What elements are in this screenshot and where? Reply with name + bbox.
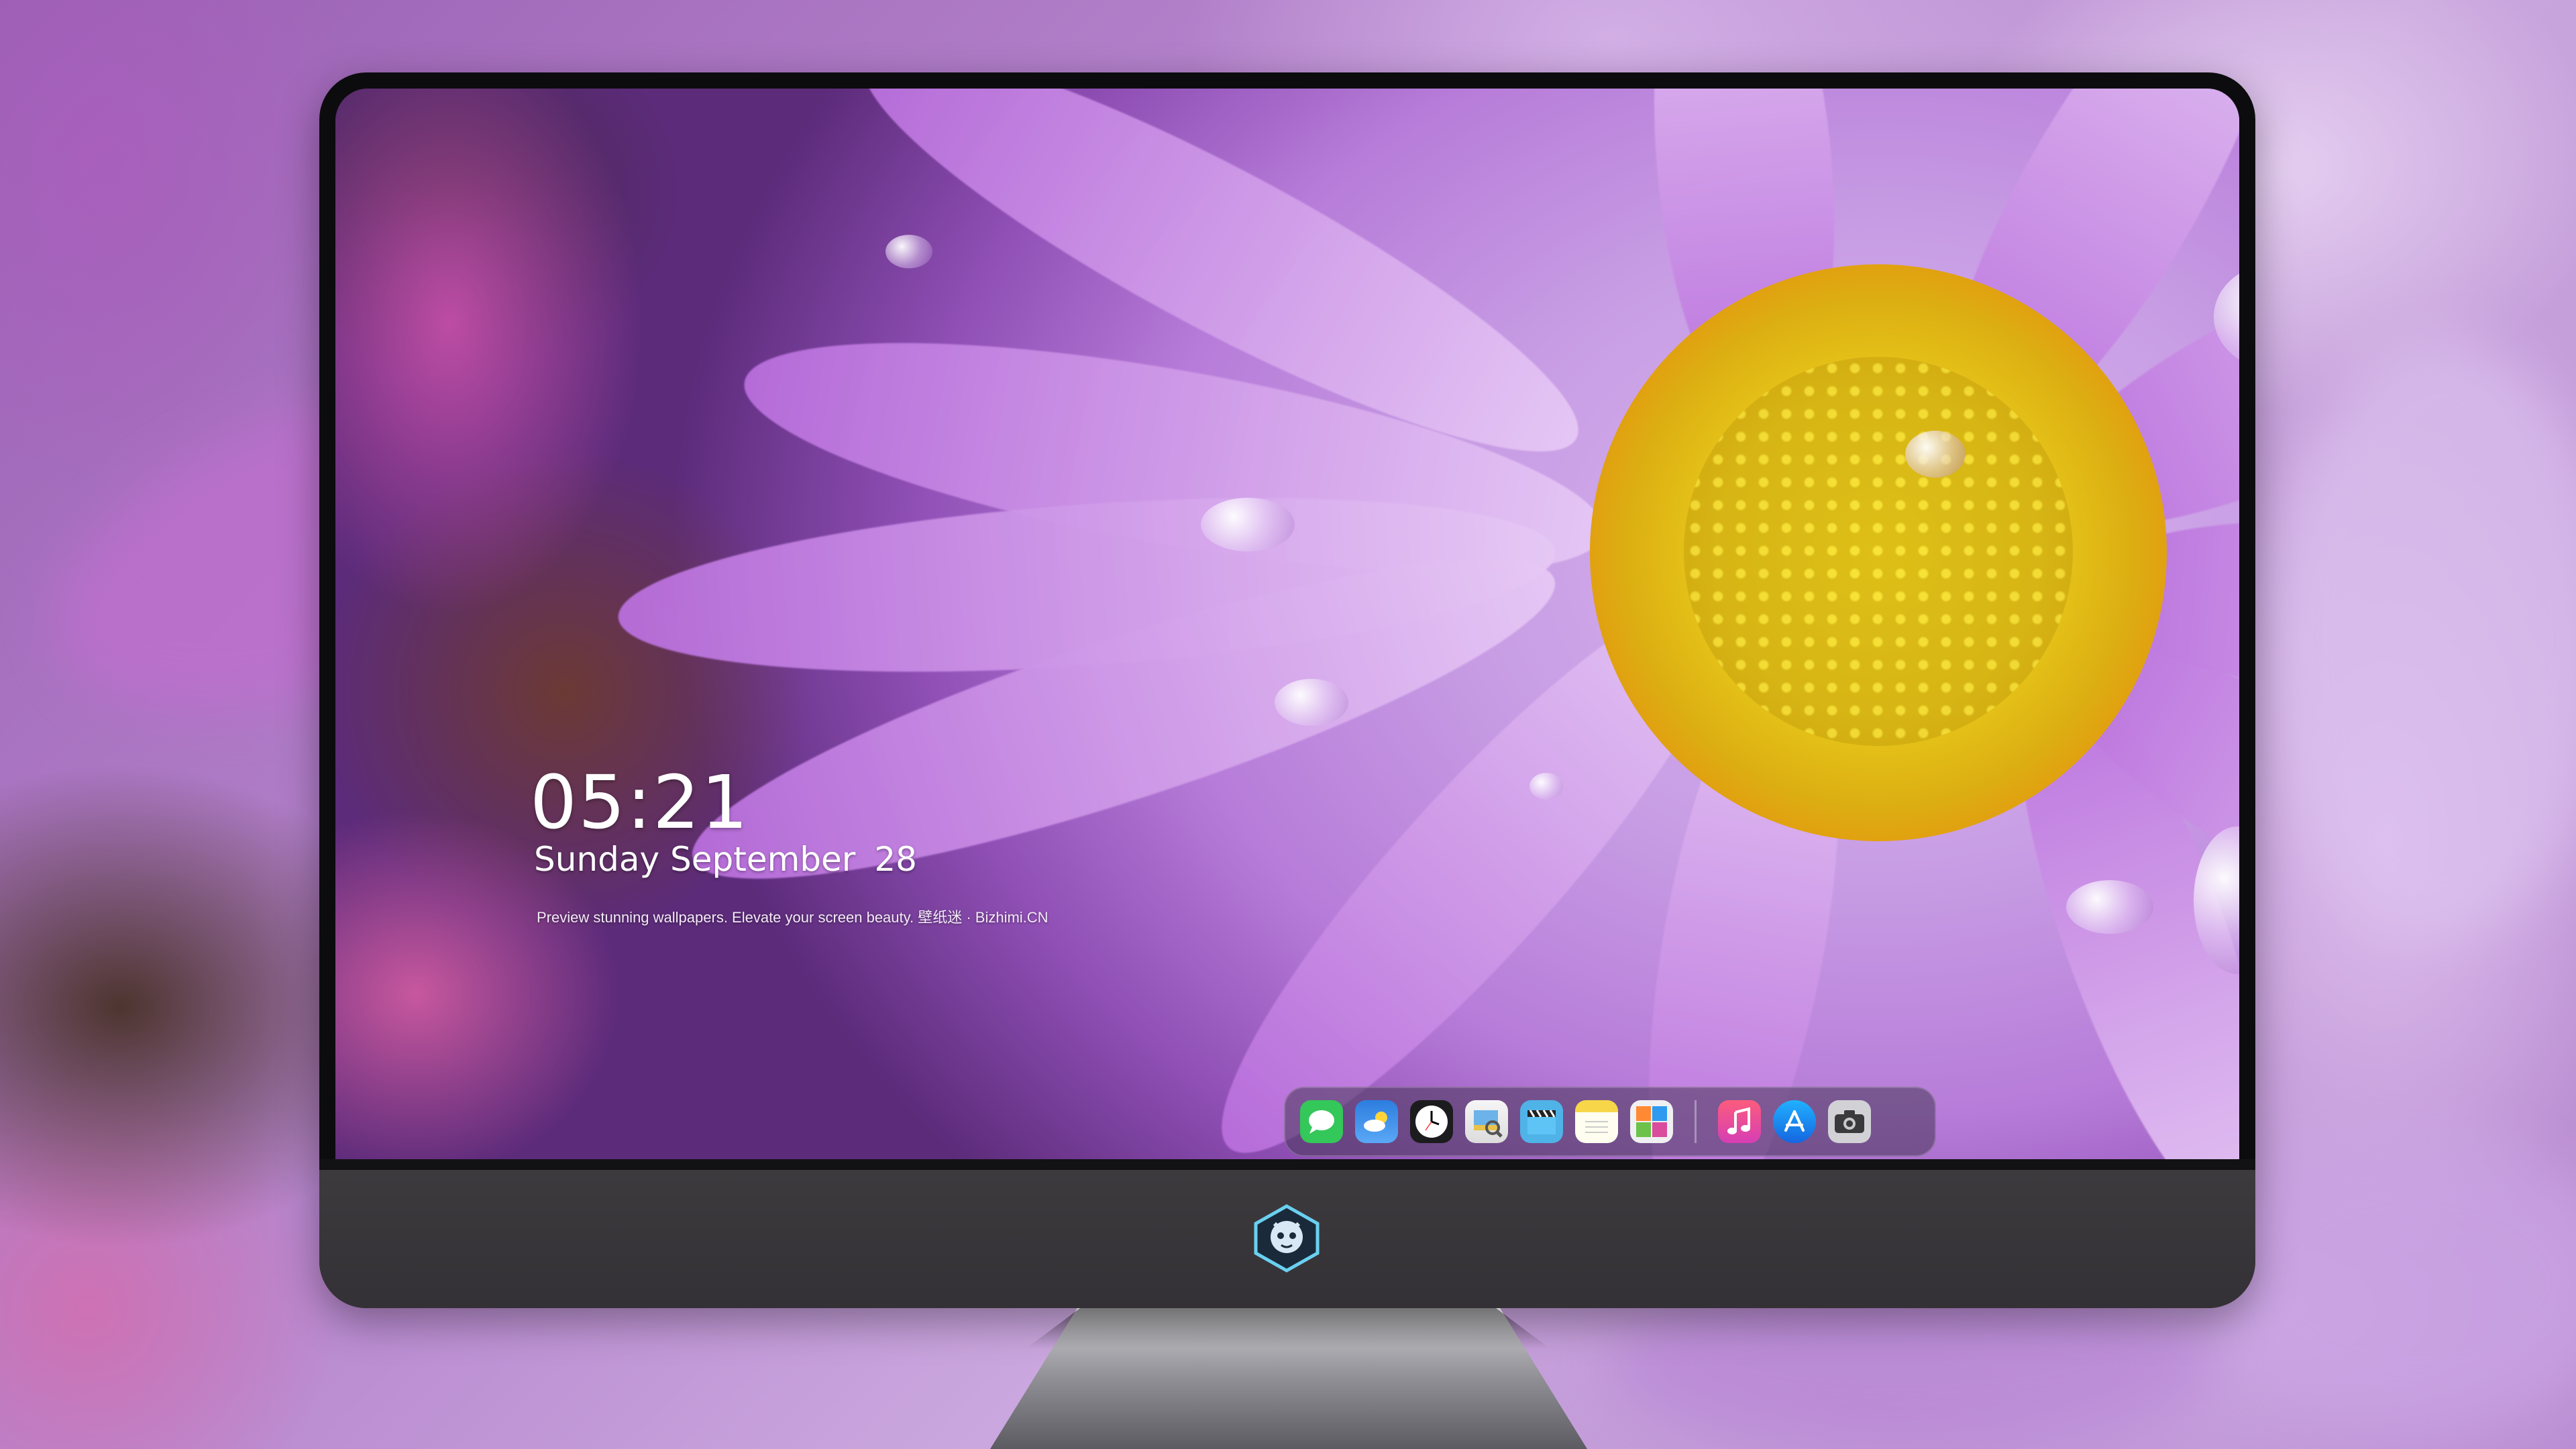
date-day: 28 — [874, 840, 917, 879]
water-drop — [2066, 880, 2153, 934]
clock-icon[interactable] — [1410, 1100, 1453, 1143]
dock-separator — [1695, 1100, 1697, 1143]
dock — [1284, 1087, 1936, 1157]
brand-logo — [1252, 1203, 1322, 1273]
monitor: 05:21 Sunday September 28 Preview stunnin… — [319, 72, 2255, 1308]
water-drop — [885, 235, 932, 268]
preview-icon[interactable] — [1465, 1100, 1508, 1143]
monitor-chin — [319, 1159, 2255, 1308]
clips-icon[interactable] — [1520, 1100, 1563, 1143]
water-drop — [1275, 679, 1348, 726]
lock-screen-time: 05:21 — [530, 759, 750, 845]
app-store-icon[interactable] — [1773, 1100, 1816, 1143]
messages-icon[interactable] — [1300, 1100, 1343, 1143]
lock-screen-date: Sunday September 28 — [534, 840, 917, 879]
water-drop — [1905, 431, 1966, 478]
date-weekday-month: Sunday September — [534, 840, 856, 879]
lock-screen[interactable]: 05:21 Sunday September 28 Preview stunnin… — [335, 89, 2239, 1159]
water-drop — [1529, 773, 1563, 800]
wallpaper-caption: Preview stunning wallpapers. Elevate you… — [537, 909, 1049, 926]
photo-booth-icon[interactable] — [1630, 1100, 1673, 1143]
background-petal — [2267, 335, 2576, 939]
stand-shadow — [1026, 1308, 1550, 1348]
camera-icon[interactable] — [1828, 1100, 1871, 1143]
water-drop — [1201, 498, 1295, 551]
notes-icon[interactable] — [1575, 1100, 1618, 1143]
flower-florets — [1684, 357, 2073, 746]
music-icon[interactable] — [1718, 1100, 1761, 1143]
background-petal — [2214, 1140, 2576, 1422]
weather-icon[interactable] — [1355, 1100, 1398, 1143]
